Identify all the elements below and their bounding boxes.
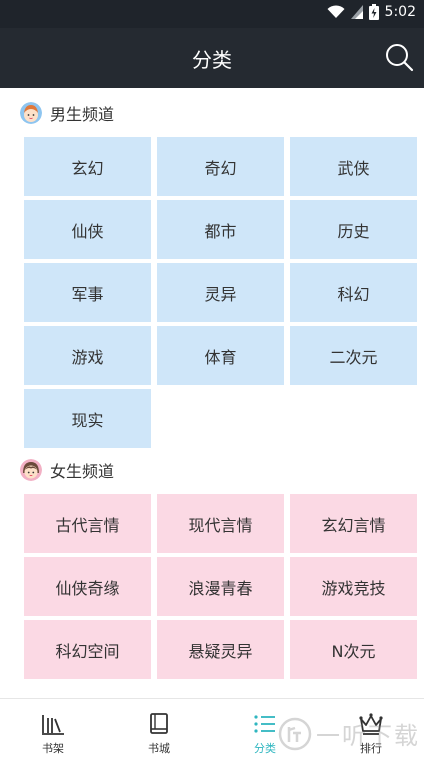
category-tile[interactable]: N次元 (290, 620, 417, 679)
watermark: 一听下载 (278, 716, 420, 751)
boy-avatar-icon (20, 102, 42, 124)
tab-label: 书架 (42, 742, 64, 755)
category-tile[interactable]: 玄幻言情 (290, 494, 417, 553)
female-section-title: 女生频道 (50, 462, 115, 481)
category-tile[interactable]: 体育 (157, 326, 284, 385)
male-section-header: 男生频道 (20, 100, 114, 126)
category-tile[interactable]: 都市 (157, 200, 284, 259)
category-tile[interactable]: 古代言情 (24, 494, 151, 553)
category-tile[interactable]: 军事 (24, 263, 151, 322)
category-tile[interactable]: 仙侠奇缘 (24, 557, 151, 616)
watermark-logo-icon (278, 717, 312, 750)
status-time: 5:02 (384, 4, 416, 20)
bookshelf-icon (42, 715, 64, 735)
category-tile[interactable]: 玄幻 (24, 137, 151, 196)
watermark-text: 一听下载 (316, 722, 420, 750)
category-tile[interactable]: 武侠 (290, 137, 417, 196)
category-tile[interactable]: 游戏竞技 (290, 557, 417, 616)
category-tile[interactable]: 现代言情 (157, 494, 284, 553)
category-tile[interactable]: 悬疑灵异 (157, 620, 284, 679)
category-tile[interactable]: 奇幻 (157, 137, 284, 196)
category-tile[interactable]: 仙侠 (24, 200, 151, 259)
list-icon (254, 715, 275, 733)
battery-icon (368, 4, 379, 20)
book-icon (150, 713, 168, 734)
search-icon[interactable] (384, 42, 414, 72)
tab-bookstore[interactable]: 书城 (106, 699, 212, 762)
category-tile[interactable]: 二次元 (290, 326, 417, 385)
category-tile[interactable]: 科幻空间 (24, 620, 151, 679)
male-category-grid: 玄幻 奇幻 武侠 仙侠 都市 历史 军事 灵异 科幻 游戏 体育 二次元 现实 (24, 137, 418, 448)
girl-avatar-icon (20, 459, 42, 481)
page-title: 分类 (192, 48, 232, 72)
tab-bookshelf[interactable]: 书架 (0, 699, 106, 762)
wifi-icon (327, 5, 345, 18)
category-tile[interactable]: 浪漫青春 (157, 557, 284, 616)
category-tile[interactable]: 历史 (290, 200, 417, 259)
category-tile[interactable]: 现实 (24, 389, 151, 448)
category-tile[interactable]: 灵异 (157, 263, 284, 322)
tab-label: 书城 (148, 742, 170, 755)
category-tile[interactable]: 科幻 (290, 263, 417, 322)
status-icons: 5:02 (327, 4, 416, 20)
status-bar: 5:02 (0, 0, 424, 28)
category-tile[interactable]: 游戏 (24, 326, 151, 385)
app-header: 分类 (0, 28, 424, 88)
female-category-grid: 古代言情 现代言情 玄幻言情 仙侠奇缘 浪漫青春 游戏竞技 科幻空间 悬疑灵异 … (24, 494, 418, 679)
signal-icon (350, 5, 363, 19)
female-section-header: 女生频道 (20, 457, 114, 483)
male-section-title: 男生频道 (50, 105, 115, 124)
